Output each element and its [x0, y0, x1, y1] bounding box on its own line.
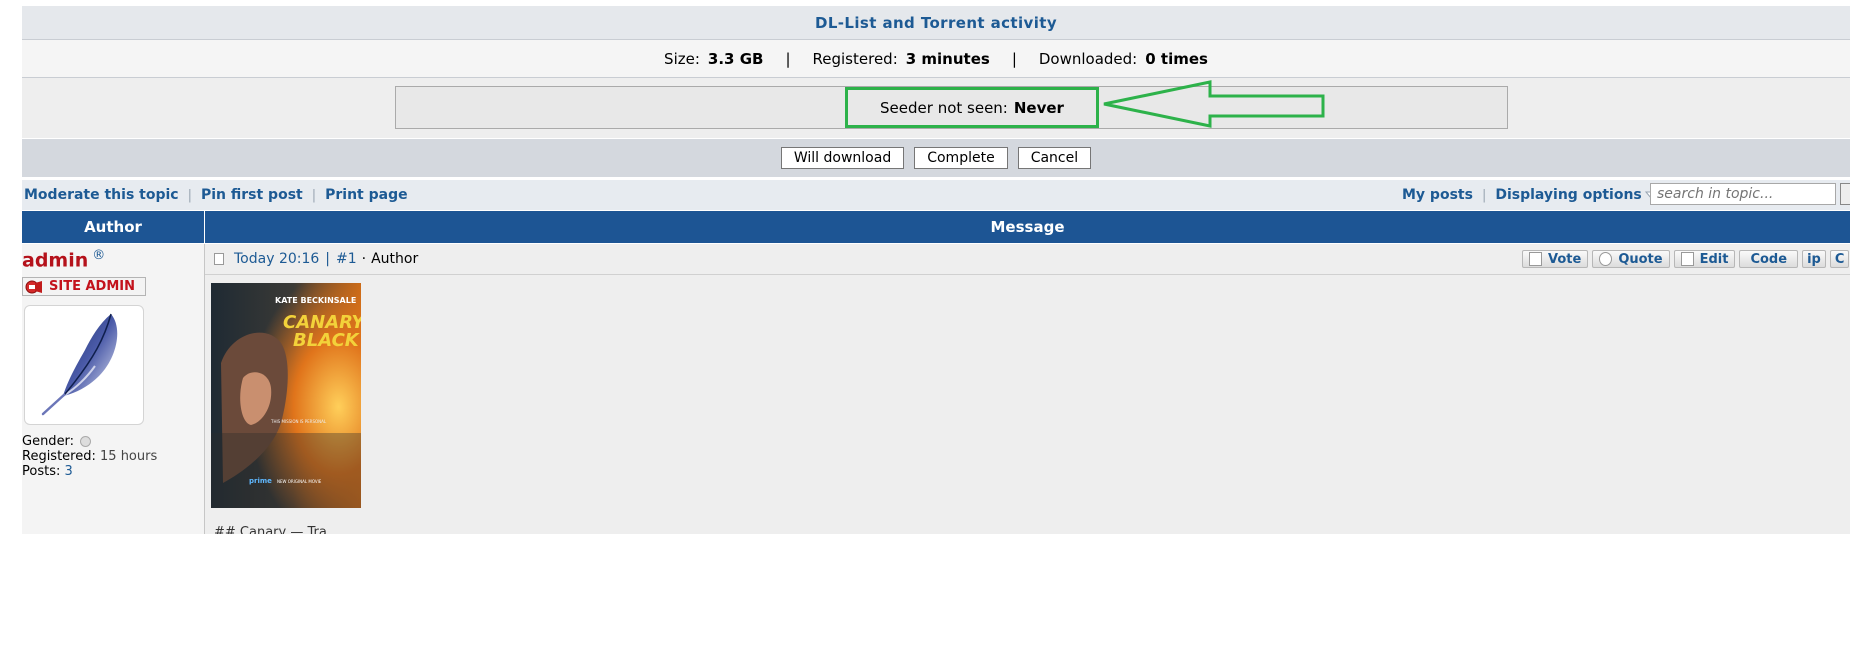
topic-actions: Moderate this topic | Pin first post | P…: [24, 187, 408, 203]
poster-title-line2: BLACK: [293, 330, 361, 351]
vote-icon: [1529, 252, 1542, 266]
seeder-label: Seeder not seen:: [880, 98, 1008, 117]
pin-first-post-link[interactable]: Pin first post: [201, 187, 303, 203]
poster-tagline: THIS MISSION IS PERSONAL: [270, 419, 327, 424]
registered-mark: ®: [92, 248, 106, 263]
stats-separator: |: [785, 49, 791, 68]
document-icon: [214, 253, 224, 265]
registered-value: 3 minutes: [905, 49, 990, 68]
movie-poster-image: KATE BECKINSALE CANARY BLACK THIS MISSIO…: [211, 283, 361, 508]
search-submit-button[interactable]: [1840, 183, 1850, 205]
author-name[interactable]: admin ®: [22, 248, 105, 271]
toolbar-separator: |: [187, 187, 192, 203]
registered-value: 15 hours: [100, 449, 158, 464]
post-meta: Today 20:16 | #1 · Author: [214, 251, 418, 267]
rank-label: SITE ADMIN: [49, 279, 135, 294]
post-text-truncated: ## Canary — Tra...: [214, 525, 340, 534]
dl-list-title: DL-List and Torrent activity: [22, 6, 1850, 40]
meta-separator: |: [325, 251, 331, 267]
size-label: Size:: [664, 49, 700, 68]
rank-badge: SITE ADMIN: [22, 277, 146, 296]
displaying-options-label: Displaying options: [1495, 187, 1642, 203]
vote-button[interactable]: Vote: [1522, 250, 1589, 268]
topic-view-actions: My posts | Displaying options: [1402, 187, 1657, 203]
edit-button[interactable]: Edit: [1673, 250, 1736, 268]
downloaded-label: Downloaded:: [1038, 49, 1138, 68]
posts-row: Posts: 3: [22, 464, 157, 479]
registered-label: Registered:: [22, 449, 96, 464]
posts-count-link[interactable]: 3: [65, 464, 73, 479]
quote-label: Quote: [1618, 251, 1663, 267]
displaying-options-dropdown[interactable]: Displaying options: [1495, 187, 1657, 203]
annotation-arrow-icon: [1103, 80, 1325, 128]
poster-actor: KATE BECKINSALE: [275, 296, 356, 305]
my-posts-link[interactable]: My posts: [1402, 187, 1473, 203]
complete-button[interactable]: Complete: [914, 147, 1008, 169]
post-body: [205, 275, 1850, 534]
downloaded-value: 0 times: [1145, 49, 1208, 68]
toolbar-separator: |: [311, 187, 317, 203]
avatar: [24, 305, 144, 425]
gender-label: Gender:: [22, 434, 75, 449]
post-action-buttons: Vote Quote Edit Code ip C: [1522, 250, 1850, 268]
print-page-link[interactable]: Print page: [325, 187, 407, 203]
gender-row: Gender:: [22, 434, 157, 449]
poster-brand: prime: [249, 477, 272, 485]
dl-status-buttons: Will download Complete Cancel: [22, 139, 1850, 177]
author-details: Gender: Registered: 15 hours Posts: 3: [22, 434, 157, 479]
torrent-stats: Size: 3.3 GB | Registered: 3 minutes | D…: [22, 40, 1850, 78]
stats-separator: |: [1011, 49, 1017, 68]
quote-button[interactable]: Quote: [1592, 250, 1670, 268]
will-download-button[interactable]: Will download: [780, 147, 905, 169]
vote-label: Vote: [1548, 251, 1582, 267]
meta-dot: ·: [361, 251, 367, 267]
size-value: 3.3 GB: [707, 49, 764, 68]
page-icon: [1680, 252, 1694, 266]
toolbar-separator: |: [1481, 187, 1487, 203]
c-button[interactable]: C: [1829, 250, 1850, 268]
post-time-link[interactable]: Today 20:16: [234, 251, 319, 267]
registered-label: Registered:: [812, 49, 898, 68]
edit-label: Edit: [1699, 251, 1729, 267]
feather-icon: [41, 313, 118, 416]
posts-label: Posts:: [22, 464, 61, 479]
message-column-header: Message: [205, 211, 1850, 243]
gender-icon: [80, 436, 92, 447]
search-in-topic-input[interactable]: [1650, 183, 1836, 205]
post-number-link[interactable]: #1: [336, 251, 357, 267]
moderate-topic-link[interactable]: Moderate this topic: [24, 187, 179, 203]
registered-row: Registered: 15 hours: [22, 449, 157, 464]
megaphone-icon: [25, 280, 42, 293]
author-tag: Author: [371, 251, 419, 267]
poster-footer: NEW ORIGINAL MOVIE: [277, 479, 322, 484]
author-name-text: admin: [22, 249, 89, 272]
speech-bubble-icon: [1599, 252, 1613, 266]
author-column-header: Author: [22, 211, 204, 243]
cancel-button[interactable]: Cancel: [1017, 147, 1092, 169]
seeder-status-highlight: Seeder not seen: Never: [845, 87, 1099, 128]
ip-button[interactable]: ip: [1802, 250, 1826, 268]
seeder-value: Never: [1013, 98, 1064, 117]
code-button[interactable]: Code: [1739, 250, 1799, 268]
